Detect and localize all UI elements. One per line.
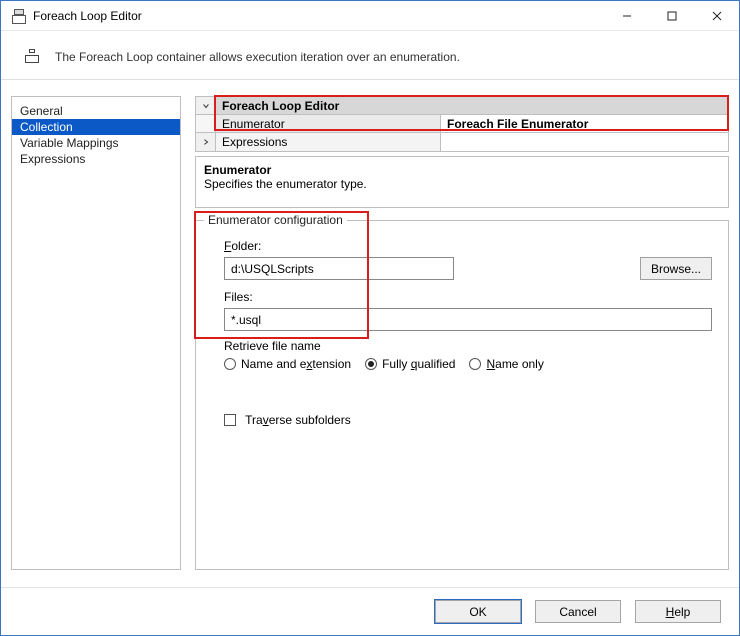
propdesc-heading: Enumerator (204, 163, 720, 177)
files-input[interactable] (224, 308, 712, 331)
help-button[interactable]: Help (635, 600, 721, 623)
sidebar-item-variable-mappings[interactable]: Variable Mappings (12, 135, 180, 151)
ok-button[interactable]: OK (435, 600, 521, 623)
expand-toggle-expressions[interactable] (196, 133, 216, 151)
sidebar-item-collection[interactable]: Collection (12, 119, 180, 135)
traverse-subfolders[interactable]: Traverse subfolders (224, 413, 712, 427)
radio-fully-qualified[interactable]: Fully qualified (365, 357, 455, 371)
folder-input[interactable] (224, 257, 454, 280)
radio-icon (469, 358, 481, 370)
radio-icon (224, 358, 236, 370)
highlight-annotation-1 (214, 95, 729, 131)
prop-value-expressions[interactable] (441, 133, 729, 151)
radio-icon (365, 358, 377, 370)
files-label: Files: (224, 290, 712, 304)
property-description: Enumerator Specifies the enumerator type… (195, 156, 729, 208)
instruction-bar: The Foreach Loop container allows execut… (1, 31, 739, 80)
propdesc-text: Specifies the enumerator type. (204, 177, 720, 191)
instruction-text: The Foreach Loop container allows execut… (55, 50, 460, 64)
collapse-toggle[interactable] (196, 97, 216, 115)
browse-button[interactable]: Browse... (640, 257, 712, 280)
prop-name-expressions[interactable]: Expressions (216, 133, 441, 151)
retrieve-options: Name and extension Fully qualified Name … (224, 357, 712, 371)
window-title: Foreach Loop Editor (33, 9, 604, 23)
folder-label: Folder: (224, 239, 712, 253)
radio-name-and-extension[interactable]: Name and extension (224, 357, 351, 371)
retrieve-label: Retrieve file name (224, 339, 712, 353)
sidebar-item-general[interactable]: General (12, 103, 180, 119)
radio-name-only[interactable]: Name only (469, 357, 543, 371)
titlebar: Foreach Loop Editor (1, 1, 739, 31)
config-legend: Enumerator configuration (204, 213, 347, 227)
dialog-footer: OK Cancel Help (1, 587, 739, 635)
window-buttons (604, 1, 739, 30)
app-icon (11, 8, 27, 24)
property-grid: Foreach Loop Editor Enumerator Foreach F… (195, 96, 729, 152)
row-spacer (196, 115, 216, 133)
checkbox-icon (224, 414, 236, 426)
category-list: General Collection Variable Mappings Exp… (11, 96, 181, 570)
close-button[interactable] (694, 1, 739, 30)
minimize-button[interactable] (604, 1, 649, 30)
maximize-button[interactable] (649, 1, 694, 30)
enumerator-configuration: Enumerator configuration Folder: Browse.… (195, 220, 729, 570)
container-icon (25, 49, 41, 65)
cancel-button[interactable]: Cancel (535, 600, 621, 623)
sidebar-item-expressions[interactable]: Expressions (12, 151, 180, 167)
